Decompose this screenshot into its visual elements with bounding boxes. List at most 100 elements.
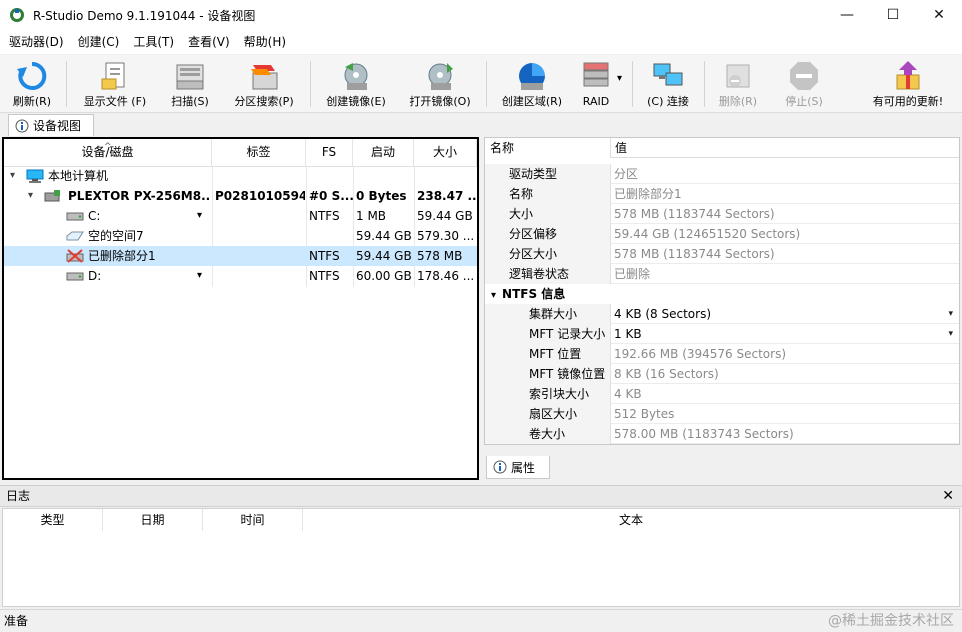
show-files-icon (101, 62, 125, 90)
menu-create[interactable]: 创建(C) (71, 30, 127, 54)
create-image-button[interactable]: 创建镜像(E) (318, 57, 394, 111)
disk-start: 0 Bytes (356, 189, 407, 203)
toolbar: 刷新(R) 显示文件 (F) 扫描(S) 分区搜索(P) 创建镜像(E) 打开镜… (0, 55, 962, 113)
disk-drive-icon (44, 190, 60, 202)
property-row[interactable]: 名称 已删除部分1 (485, 184, 959, 204)
property-row[interactable]: MFT 镜像位置 8 KB (16 Sectors) (485, 364, 959, 384)
tab-device-view[interactable]: 设备视图 (8, 114, 94, 136)
col-header-start[interactable]: 启动 (353, 139, 414, 167)
col-header-fs[interactable]: FS (306, 139, 353, 167)
updates-button[interactable]: 有可用的更新! (866, 57, 950, 111)
property-row[interactable]: 索引块大小 4 KB (485, 384, 959, 404)
delete-button[interactable]: 删除(R) (710, 57, 766, 111)
disk-name: PLEXTOR PX-256M8... (68, 189, 210, 203)
log-col-type[interactable]: 类型 (3, 509, 103, 531)
close-window-button[interactable]: ✕ (916, 0, 962, 30)
maximize-button[interactable]: ☐ (870, 0, 916, 30)
tree-row-deleted-partition[interactable]: 已删除部分1 NTFS 59.44 GB 578 MB (4, 246, 477, 266)
connect-button[interactable]: (C) 连接 (638, 57, 698, 111)
log-col-time[interactable]: 时间 (203, 509, 303, 531)
partition-icon (66, 212, 84, 221)
menu-view[interactable]: 查看(V) (181, 30, 237, 54)
properties-header: 名称 值 (485, 138, 959, 158)
properties-pane[interactable]: 名称 值 驱动类型 分区 名称 已删除部分1 大小 578 MB (118374… (484, 137, 960, 445)
partition-fs: NTFS (309, 269, 340, 283)
dropdown-arrow-icon[interactable]: ▾ (948, 304, 953, 324)
raid-button[interactable]: RAID (576, 57, 616, 111)
partition-name: 空的空间7 (88, 229, 144, 243)
partition-start: 59.44 GB (356, 229, 412, 243)
property-row[interactable]: MFT 位置 192.66 MB (394576 Sectors) (485, 344, 959, 364)
property-row[interactable]: MFT 记录大小 1 KB ▾ (485, 324, 959, 344)
scan-icon (176, 64, 204, 90)
scan-button[interactable]: 扫描(S) (162, 57, 218, 111)
partition-search-button[interactable]: 分区搜索(P) (226, 57, 302, 111)
collapse-chevron-icon[interactable]: ▾ (28, 186, 33, 206)
device-table-header: ^ 设备/磁盘 标签 FS 启动 大小 (4, 139, 477, 167)
refresh-button[interactable]: 刷新(R) (4, 57, 60, 111)
log-col-text[interactable]: 文本 (303, 509, 959, 531)
property-row[interactable]: 分区偏移 59.44 GB (124651520 Sectors) (485, 224, 959, 244)
partition-size: 59.44 GB (417, 209, 473, 223)
col-header-device[interactable]: ^ 设备/磁盘 (4, 139, 212, 167)
stop-icon (790, 62, 818, 90)
col-header-value[interactable]: 值 (610, 138, 959, 158)
group-label: NTFS 信息 (502, 287, 566, 301)
partition-size: 178.46 ... (417, 269, 475, 283)
tree-item-label: 本地计算机 (48, 169, 109, 183)
computer-icon (26, 169, 44, 183)
open-image-button[interactable]: 打开镜像(O) (402, 57, 478, 111)
menu-help[interactable]: 帮助(H) (237, 30, 293, 54)
property-row[interactable]: 驱动类型 分区 (485, 164, 959, 184)
partition-dropdown-icon[interactable]: ▾ (197, 206, 202, 226)
disk-fs: #0 S... (309, 189, 353, 203)
col-header-size[interactable]: 大小 (414, 139, 477, 167)
property-row[interactable]: 分区大小 578 MB (1183744 Sectors) (485, 244, 959, 264)
device-tree-pane[interactable]: ^ 设备/磁盘 标签 FS 启动 大小 ▾ 本地计算机 ▾ PLEXTOR PX… (2, 137, 479, 480)
document-tabstrip: 设备视图 (0, 114, 962, 136)
refresh-icon (17, 61, 47, 90)
property-row[interactable]: 逻辑卷状态 已删除 (485, 264, 959, 284)
deleted-partition-icon (66, 249, 84, 263)
partition-start: 59.44 GB (356, 249, 412, 263)
log-table[interactable]: 类型 日期 时间 文本 (2, 508, 960, 607)
partition-fs: NTFS (309, 249, 340, 263)
menu-drive[interactable]: 驱动器(D) (2, 30, 71, 54)
tree-row-empty-space[interactable]: 空的空间7 59.44 GB 579.30 ... (4, 226, 477, 246)
show-files-button[interactable]: 显示文件 (F) (74, 57, 156, 111)
raid-dropdown-arrow[interactable]: ▾ (617, 73, 622, 84)
property-group-ntfs[interactable]: ▾ NTFS 信息 (485, 284, 959, 304)
tree-row-disk[interactable]: ▾ PLEXTOR PX-256M8... P02810105943 #0 S.… (4, 186, 477, 206)
partition-icon (66, 272, 84, 281)
partition-name: C: (88, 209, 101, 223)
minimize-button[interactable]: — (824, 0, 870, 30)
collapse-chevron-icon[interactable]: ▾ (491, 290, 496, 301)
watermark: @稀土掘金技术社区 (828, 613, 954, 629)
property-row[interactable]: 大小 578 MB (1183744 Sectors) (485, 204, 959, 224)
create-region-button[interactable]: 创建区域(R) (494, 57, 570, 111)
tree-row-partition-c[interactable]: C: ▾ NTFS 1 MB 59.44 GB (4, 206, 477, 226)
close-log-icon[interactable]: ✕ (942, 486, 954, 506)
partition-dropdown-icon[interactable]: ▾ (197, 266, 202, 286)
menu-tools[interactable]: 工具(T) (126, 30, 181, 54)
disk-size: 238.47 ... (417, 189, 477, 203)
sort-ascending-icon: ^ (104, 142, 112, 152)
col-header-name[interactable]: 名称 (485, 138, 610, 158)
col-header-label[interactable]: 标签 (212, 139, 306, 167)
tree-row-partition-d[interactable]: D: ▾ NTFS 60.00 GB 178.46 ... (4, 266, 477, 286)
property-row[interactable]: 集群大小 4 KB (8 Sectors) ▾ (485, 304, 959, 324)
tab-properties[interactable]: 属性 (486, 456, 550, 479)
menu-bar: 驱动器(D) 创建(C) 工具(T) 查看(V) 帮助(H) (0, 30, 962, 54)
empty-space-icon (66, 231, 84, 241)
tree-row-local-computer[interactable]: ▾ 本地计算机 (4, 166, 477, 186)
open-image-icon (428, 63, 453, 90)
log-col-date[interactable]: 日期 (103, 509, 203, 531)
stop-button[interactable]: 停止(S) (776, 57, 832, 111)
property-row[interactable]: 扇区大小 512 Bytes (485, 404, 959, 424)
title-bar: R-Studio Demo 9.1.191044 - 设备视图 — ☐ ✕ (0, 0, 962, 30)
property-row[interactable]: 卷大小 578.00 MB (1183743 Sectors) (485, 424, 959, 444)
tab-device-view-label: 设备视图 (33, 119, 82, 133)
log-title: 日志 (6, 489, 31, 503)
collapse-chevron-icon[interactable]: ▾ (10, 166, 15, 186)
dropdown-arrow-icon[interactable]: ▾ (948, 324, 953, 344)
